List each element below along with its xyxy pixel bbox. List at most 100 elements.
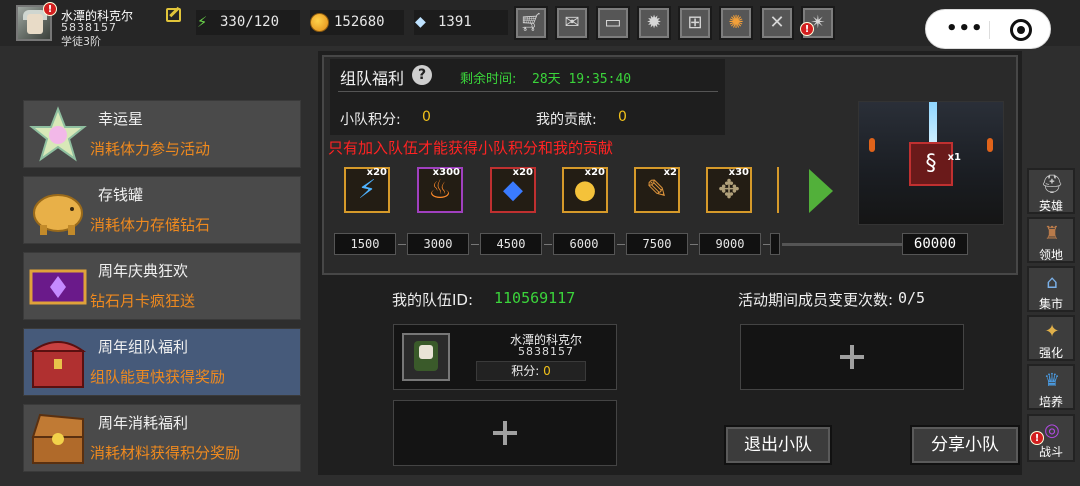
piggy-bank-icon (28, 181, 88, 241)
reward-slot[interactable]: ✎ x2 (634, 167, 680, 213)
player-rank: 学徒3阶 (61, 35, 101, 48)
coin-counter[interactable]: 152680 (310, 10, 404, 35)
coin-icon (310, 13, 329, 32)
helmet-icon: ⛑ (1040, 174, 1064, 195)
milestone-progress-bar (782, 243, 902, 246)
hero-card-icon: § (925, 151, 937, 176)
game-screen: ! 水潭的科克尔 5838157 学徒3阶 330/120 152680 139… (0, 0, 1080, 486)
nav-heroes[interactable]: ⛑ 英雄 (1027, 168, 1075, 214)
reward-slot[interactable]: ◆ x20 (490, 167, 536, 213)
menu-item-subtitle: 消耗材料获得积分奖励 (90, 444, 241, 462)
market-icon: ⌂ (1046, 272, 1058, 293)
treasure-chest-icon (28, 333, 88, 393)
milestone-4: 6000 (553, 233, 615, 255)
milestone-3: 4500 (480, 233, 542, 255)
settings-button[interactable]: ✹ (637, 6, 671, 40)
nav-label: 英雄 (1038, 199, 1063, 213)
menu-item-team-welfare[interactable]: 周年组队福利 组队能更快获得奖励 (23, 328, 301, 396)
grand-reward-preview: § x1 (858, 101, 1004, 225)
event-wheel-button[interactable]: ✺ (719, 6, 753, 40)
empty-member-slot[interactable] (393, 400, 617, 466)
team-score-label: 小队积分: (340, 112, 401, 128)
menu-item-subtitle: 消耗体力参与活动 (90, 140, 211, 158)
reward-slot[interactable]: ♨ x300 (417, 167, 463, 213)
menu-item-consumption-welfare[interactable]: 周年消耗福利 消耗材料获得积分奖励 (23, 404, 301, 472)
grand-reward-quantity: x1 (947, 152, 961, 163)
cart-icon: 🛒︎ (519, 12, 543, 33)
member-avatar (402, 333, 450, 381)
leave-team-button[interactable]: 退出小队 (724, 425, 832, 465)
swords-icon: ✕ (769, 12, 785, 33)
reward-quantity: x20 (512, 167, 533, 178)
menu-item-anniversary-carnival[interactable]: 周年庆典狂欢 钻石月卡疯狂送 (23, 252, 301, 320)
team-welfare-panel: 组队福利 ? 剩余时间: 28天 19:35:40 小队积分: 0 我的贡献: … (318, 51, 1022, 475)
gear-icon: ✹ (646, 12, 662, 33)
gift-button[interactable]: ⊞ (678, 6, 712, 40)
share-team-button[interactable]: 分享小队 (910, 425, 1020, 465)
milestone-6: 9000 (699, 233, 761, 255)
member-changes-value: 0/5 (898, 289, 926, 307)
edit-name-icon[interactable] (166, 8, 181, 22)
close-target-icon[interactable] (1010, 19, 1032, 41)
menu-item-title: 周年庆典狂欢 (98, 262, 189, 280)
reward-slot[interactable]: ● x20 (562, 167, 608, 213)
help-icon[interactable]: ? (412, 65, 432, 85)
more-menu-button[interactable]: ••• (946, 20, 984, 38)
nav-label: 领地 (1038, 248, 1063, 262)
add-member-icon (840, 345, 864, 369)
reward-quantity: x20 (366, 167, 387, 178)
mail-button[interactable]: ✉ (555, 6, 589, 40)
gem-counter[interactable]: 1391 (414, 9, 508, 35)
shop-button[interactable]: 🛒︎ (514, 6, 548, 40)
menu-item-lucky-star[interactable]: 幸运星 消耗体力参与活动 (23, 100, 301, 168)
remaining-time-label: 剩余时间: (460, 72, 517, 87)
menu-item-piggy-bank[interactable]: 存钱罐 消耗体力存储钻石 (23, 176, 301, 244)
nav-label: 战斗 (1038, 445, 1063, 459)
battle-button[interactable]: ✕ (760, 6, 794, 40)
miniapp-capsule: ••• (925, 9, 1051, 49)
reward-quantity: x300 (432, 167, 460, 178)
milestone-1: 1500 (334, 233, 396, 255)
milestone-final: 60000 (902, 233, 968, 255)
reward-quantity: x2 (663, 167, 677, 178)
lucky-star-icon (28, 105, 88, 165)
energy-counter[interactable]: 330/120 (196, 10, 300, 35)
trophy-icon: ♛ (1043, 370, 1061, 391)
menu-item-title: 幸运星 (98, 110, 144, 128)
battle-alert-badge: ! (1030, 431, 1044, 445)
milestone-5: 7500 (626, 233, 688, 255)
join-team-warning: 只有加入队伍才能获得小队积分和我的贡献 (328, 139, 614, 157)
nav-label: 培养 (1038, 395, 1063, 409)
color-wheel-icon: ✺ (728, 12, 744, 33)
fireworks-alert-badge: ! (800, 22, 814, 36)
gamepad-icon: ▭ (604, 12, 622, 33)
open-chest-icon (28, 409, 88, 469)
team-id-value: 110569117 (494, 289, 576, 307)
member-changes-label: 活动期间成员变更次数: (738, 291, 894, 309)
menu-item-subtitle: 消耗体力存储钻石 (90, 216, 211, 234)
gamepad-button[interactable]: ▭ (596, 6, 630, 40)
nav-territory[interactable]: ♜ 领地 (1027, 217, 1075, 263)
gem-icon (414, 9, 433, 34)
reward-quantity: x30 (728, 167, 749, 178)
my-contribution-value: 0 (618, 109, 627, 125)
grand-reward-item[interactable]: § x1 (909, 142, 961, 186)
member-score: 积分: 0 (476, 361, 586, 381)
empty-member-slot[interactable] (740, 324, 964, 390)
member-score-label: 积分: (511, 364, 540, 378)
nav-enhance[interactable]: ✦ 强化 (1027, 315, 1075, 361)
welfare-title: 组队福利 (340, 69, 405, 88)
gem-value: 1391 (438, 14, 472, 30)
remaining-time-value: 28天 19:35:40 (532, 72, 632, 87)
nav-market[interactable]: ⌂ 集市 (1027, 266, 1075, 312)
next-rewards-arrow-icon[interactable] (809, 169, 833, 213)
menu-item-title: 存钱罐 (98, 186, 144, 204)
reward-quantity: x20 (584, 167, 605, 178)
mail-icon: ✉ (564, 12, 580, 33)
team-member-card[interactable]: 水潭的科克尔 5838157 积分: 0 (393, 324, 617, 390)
reward-slot[interactable]: ✥ x30 (706, 167, 752, 213)
energy-value: 330/120 (220, 14, 280, 30)
reward-slot[interactable]: ⚡ x20 (344, 167, 390, 213)
nav-cultivate[interactable]: ♛ 培养 (1027, 364, 1075, 410)
milestone-2: 3000 (407, 233, 469, 255)
